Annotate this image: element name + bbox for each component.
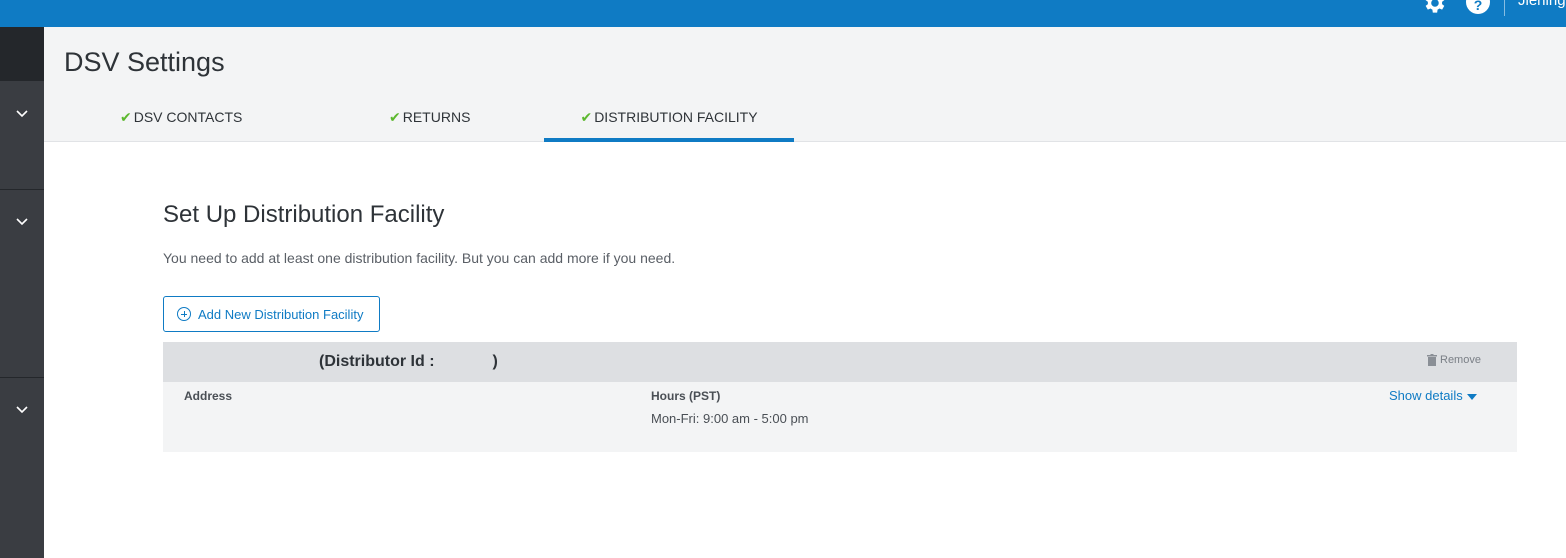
sidebar-divider bbox=[0, 189, 44, 190]
page-title: DSV Settings bbox=[64, 47, 225, 77]
chevron-down-icon[interactable] bbox=[15, 107, 29, 121]
left-sidebar bbox=[0, 27, 44, 558]
add-button-label: Add New Distribution Facility bbox=[198, 306, 364, 322]
checkmark-icon: ✔ bbox=[389, 109, 401, 125]
add-circle-icon bbox=[177, 307, 191, 321]
gear-icon[interactable] bbox=[1421, 0, 1447, 16]
distributor-id-close: ) bbox=[492, 353, 498, 370]
section-description: You need to add at least one distributio… bbox=[163, 250, 676, 266]
distributor-id-label: (Distributor Id : bbox=[319, 353, 435, 370]
facility-card-header: (Distributor Id :) Remove bbox=[163, 342, 1517, 382]
tab-returns[interactable]: ✔ RETURNS bbox=[389, 109, 470, 142]
help-icon[interactable]: ? bbox=[1466, 0, 1490, 14]
chevron-down-icon[interactable] bbox=[15, 403, 29, 417]
tab-label: DISTRIBUTION FACILITY bbox=[594, 109, 758, 125]
address-label: Address bbox=[184, 389, 233, 403]
topbar-divider bbox=[1504, 0, 1505, 16]
tab-distribution-facility[interactable]: ✔ DISTRIBUTION FACILITY bbox=[544, 109, 794, 142]
add-distribution-facility-button[interactable]: Add New Distribution Facility bbox=[163, 296, 380, 332]
redacted-distributor-id bbox=[434, 354, 493, 366]
hours-value: Mon-Fri: 9:00 am - 5:00 pm bbox=[651, 411, 809, 426]
show-details-label: Show details bbox=[1389, 388, 1463, 403]
top-bar: ? Jiening bbox=[0, 0, 1566, 27]
sidebar-top-block bbox=[0, 27, 44, 81]
settings-header: DSV Settings ✔ DSV CONTACTS ✔ RETURNS ✔ DIS… bbox=[44, 27, 1566, 142]
facility-title: (Distributor Id :) bbox=[319, 353, 498, 371]
facility-card: (Distributor Id :) Remove Address Hours … bbox=[163, 342, 1517, 452]
trash-icon bbox=[1427, 354, 1437, 366]
show-details-link[interactable]: Show details bbox=[1389, 388, 1477, 403]
checkmark-icon: ✔ bbox=[120, 109, 132, 125]
tab-label: RETURNS bbox=[402, 109, 471, 125]
section-title: Set Up Distribution Facility bbox=[163, 201, 445, 228]
tab-dsv-contacts[interactable]: ✔ DSV CONTACTS bbox=[120, 109, 242, 142]
sidebar-divider bbox=[0, 377, 44, 378]
remove-label: Remove bbox=[1440, 354, 1481, 366]
checkmark-icon: ✔ bbox=[580, 109, 593, 125]
tab-label: DSV CONTACTS bbox=[133, 109, 243, 125]
chevron-down-icon[interactable] bbox=[15, 215, 29, 229]
hours-label: Hours (PST) bbox=[651, 389, 721, 403]
caret-down-icon bbox=[1466, 393, 1477, 400]
user-menu[interactable]: Jiening bbox=[1518, 0, 1566, 9]
remove-facility-button[interactable]: Remove bbox=[1427, 354, 1481, 366]
